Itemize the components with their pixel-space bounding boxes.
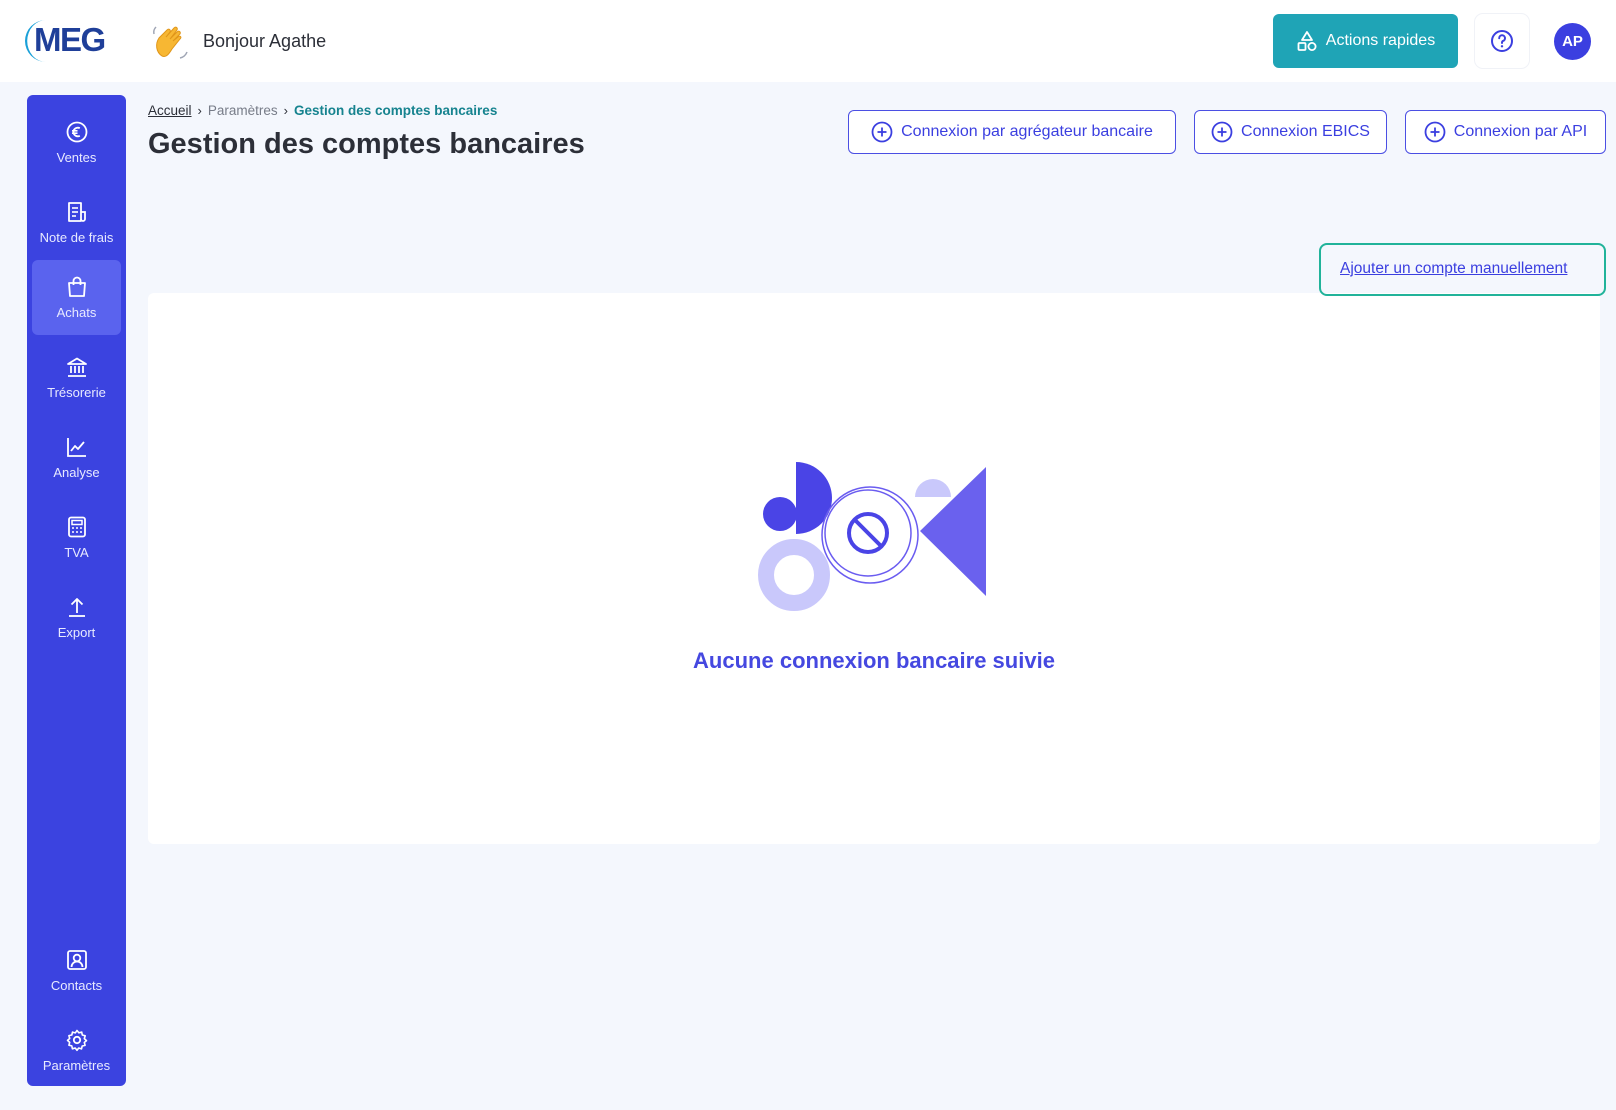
add-manual-account-link[interactable]: Ajouter un compte manuellement bbox=[1340, 260, 1567, 278]
euro-icon bbox=[66, 121, 87, 143]
logo-text: MEG bbox=[34, 21, 106, 58]
sidebar: Ventes Note de frais Achats Trésorerie A… bbox=[27, 95, 126, 1086]
sidebar-item-label: Analyse bbox=[53, 465, 100, 480]
connect-api-label: Connexion par API bbox=[1453, 123, 1588, 140]
plus-circle-icon bbox=[1424, 121, 1446, 143]
sidebar-item-label: Export bbox=[57, 625, 96, 640]
shopping-bag-icon bbox=[67, 276, 86, 297]
contact-icon bbox=[66, 950, 87, 970]
greeting-text: Bonjour Agathe bbox=[203, 31, 327, 51]
bank-icon bbox=[66, 357, 87, 377]
breadcrumb-current: Gestion des comptes bancaires bbox=[294, 103, 498, 118]
gear-icon bbox=[66, 1029, 87, 1052]
sidebar-item-ventes[interactable]: Ventes bbox=[32, 105, 121, 180]
chevron-right-icon: › bbox=[283, 103, 288, 118]
top-bar: MEG Bonjour Agathe Actions rapides AP bbox=[0, 0, 1616, 82]
breadcrumb-home-link[interactable]: Accueil bbox=[148, 103, 192, 118]
avatar[interactable]: AP bbox=[1554, 23, 1591, 60]
plus-circle-icon bbox=[1211, 121, 1233, 143]
receipt-icon bbox=[67, 202, 86, 222]
shapes-icon bbox=[1297, 31, 1317, 51]
sidebar-item-label: Trésorerie bbox=[47, 385, 106, 400]
sidebar-item-label: Achats bbox=[56, 305, 97, 320]
empty-state-message: Aucune connexion bancaire suivie bbox=[693, 648, 1055, 673]
chevron-right-icon: › bbox=[197, 103, 202, 118]
connect-aggregator-button[interactable]: Connexion par agrégateur bancaire bbox=[848, 110, 1176, 154]
connect-aggregator-label: Connexion par agrégateur bancaire bbox=[901, 123, 1153, 140]
meg-logo[interactable]: MEG bbox=[20, 16, 110, 66]
sidebar-item-label: TVA bbox=[64, 545, 89, 560]
breadcrumb: Accueil › Paramètres › Gestion des compt… bbox=[148, 103, 497, 118]
breadcrumb-parent-link[interactable]: Paramètres bbox=[208, 103, 278, 118]
sidebar-item-label: Paramètres bbox=[42, 1058, 111, 1073]
sidebar-item-contacts[interactable]: Contacts bbox=[32, 933, 121, 1008]
connect-ebics-button[interactable]: Connexion EBICS bbox=[1194, 110, 1387, 154]
sidebar-item-tresorerie[interactable]: Trésorerie bbox=[32, 340, 121, 415]
sidebar-item-analyse[interactable]: Analyse bbox=[32, 420, 121, 495]
connect-api-button[interactable]: Connexion par API bbox=[1405, 110, 1606, 154]
connect-ebics-label: Connexion EBICS bbox=[1241, 123, 1370, 140]
page-title: Gestion des comptes bancaires bbox=[148, 128, 585, 160]
quick-actions-button[interactable]: Actions rapides bbox=[1273, 14, 1458, 68]
sidebar-item-tva[interactable]: TVA bbox=[32, 500, 121, 575]
waving-hand-icon bbox=[153, 26, 188, 59]
chart-line-icon bbox=[66, 438, 86, 457]
empty-state-illustration bbox=[758, 462, 986, 611]
upload-icon bbox=[68, 598, 85, 617]
sidebar-item-note-de-frais[interactable]: Note de frais bbox=[32, 185, 121, 260]
question-icon bbox=[1491, 30, 1513, 52]
quick-actions-label: Actions rapides bbox=[1325, 32, 1436, 49]
sidebar-item-achats[interactable]: Achats bbox=[32, 260, 121, 335]
sidebar-item-parametres[interactable]: Paramètres bbox=[32, 1013, 121, 1088]
sidebar-item-label: Ventes bbox=[56, 150, 97, 165]
sidebar-item-label: Note de frais bbox=[39, 230, 114, 245]
sidebar-item-export[interactable]: Export bbox=[32, 580, 121, 655]
calculator-icon bbox=[67, 516, 86, 538]
help-button[interactable] bbox=[1475, 14, 1529, 68]
sidebar-item-label: Contacts bbox=[50, 978, 103, 993]
plus-circle-icon bbox=[871, 121, 893, 143]
